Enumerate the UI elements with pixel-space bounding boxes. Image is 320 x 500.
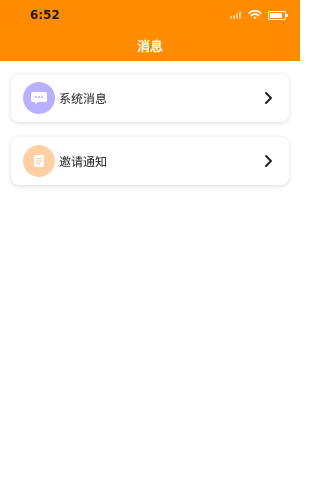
document-icon [23, 145, 55, 177]
status-icons [230, 10, 288, 20]
status-time: 6:52 [30, 8, 60, 22]
list-item-invitation-notices[interactable]: 邀请通知 [11, 137, 289, 185]
chat-bubble-icon [23, 82, 55, 114]
header-bar: 6:52 消息 [0, 0, 300, 61]
chevron-right-icon [261, 153, 275, 169]
list-item-system-messages[interactable]: 系统消息 [11, 74, 289, 122]
list-item-label: 邀请通知 [59, 155, 108, 169]
chevron-right-icon [261, 90, 275, 106]
status-bar: 6:52 [0, 0, 300, 30]
list-item-label: 系统消息 [59, 92, 108, 106]
wifi-icon [248, 10, 262, 20]
page-title: 消息 [136, 40, 163, 55]
battery-icon [268, 10, 288, 20]
signal-icon [230, 11, 242, 19]
